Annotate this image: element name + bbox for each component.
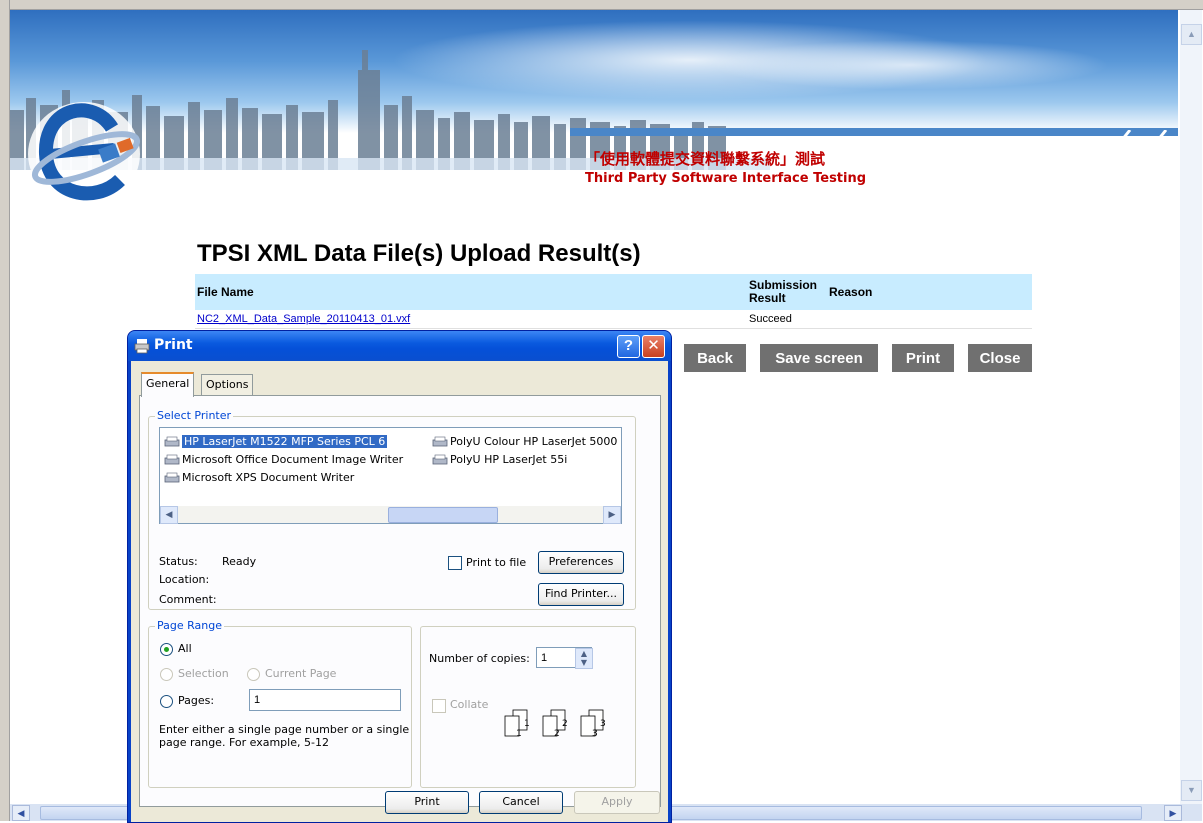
scroll-right-icon[interactable]: ▶: [1164, 805, 1182, 821]
selection-radio[interactable]: [160, 668, 173, 681]
save-screen-button[interactable]: Save screen: [760, 344, 878, 372]
banner-decoration: [1090, 130, 1168, 180]
pages-input[interactable]: [249, 689, 401, 711]
copies-group: Number of copies: ▲▼ Collate 1 1 2 2 3: [420, 626, 636, 788]
vertical-scrollbar[interactable]: ▲ ▼: [1180, 10, 1202, 806]
printer-list[interactable]: HP LaserJet M1522 MFP Series PCL 6 Micro…: [159, 427, 622, 524]
collate-page-number: 3: [592, 729, 598, 739]
banner-title-chinese: 「使用軟體提交資料聯繫系統」測試: [585, 150, 826, 168]
column-header-file-name: File Name: [195, 274, 747, 310]
help-icon[interactable]: ?: [617, 335, 640, 358]
printer-name: HP LaserJet M1522 MFP Series PCL 6: [182, 435, 388, 448]
scroll-left-icon[interactable]: ◀: [160, 506, 178, 524]
collate-page-number: 1: [516, 729, 522, 739]
dialog-apply-button[interactable]: Apply: [574, 791, 660, 814]
list-item[interactable]: HP LaserJet M1522 MFP Series PCL 6: [164, 434, 388, 450]
site-banner: 「使用軟體提交資料聯繫系統」測試 Third Party Software In…: [10, 10, 1178, 215]
preferences-button[interactable]: Preferences: [538, 551, 624, 574]
list-item[interactable]: PolyU HP LaserJet 55i: [432, 452, 567, 468]
column-header-submission-result: Submission Result: [747, 274, 827, 310]
window-left-edge: [0, 0, 10, 821]
list-item[interactable]: Microsoft Office Document Image Writer: [164, 452, 403, 468]
current-page-label: Current Page: [265, 667, 337, 680]
group-label: Select Printer: [155, 409, 234, 422]
all-label[interactable]: All: [178, 642, 192, 655]
all-radio[interactable]: [160, 643, 173, 656]
select-printer-group: Select Printer HP LaserJet M1522 MFP Ser…: [148, 409, 636, 610]
printer-name: PolyU Colour HP LaserJet 5000: [450, 435, 618, 448]
printer-icon: [134, 339, 150, 354]
table-row: NC2_XML_Data_Sample_20110413_01.vxf Succ…: [195, 310, 1032, 329]
printer-icon: [164, 454, 180, 465]
table-header-row: File Name Submission Result Reason: [195, 274, 1032, 310]
dialog-client: General Options Select Printer HP LaserJ…: [131, 361, 668, 822]
printer-name: PolyU HP LaserJet 55i: [450, 453, 568, 466]
list-item[interactable]: PolyU Colour HP LaserJet 5000: [432, 434, 617, 450]
collate-page-number: 3: [600, 719, 606, 729]
back-button[interactable]: Back: [684, 344, 746, 372]
banner-cloud: [710, 40, 1110, 90]
group-label: Page Range: [155, 619, 224, 632]
print-to-file-checkbox[interactable]: [448, 556, 462, 570]
find-printer-button[interactable]: Find Printer...: [538, 583, 624, 606]
network-printer-icon: [432, 454, 448, 465]
dialog-cancel-button[interactable]: Cancel: [479, 791, 563, 814]
printer-icon: [164, 436, 180, 447]
close-icon[interactable]: ✕: [642, 335, 665, 358]
general-tab-panel: Select Printer HP LaserJet M1522 MFP Ser…: [139, 395, 661, 807]
page-title: TPSI XML Data File(s) Upload Result(s): [197, 240, 641, 267]
dialog-titlebar[interactable]: Print ? ✕: [128, 331, 671, 361]
result-cell: Succeed: [747, 310, 827, 329]
list-item[interactable]: Microsoft XPS Document Writer: [164, 470, 354, 486]
comment-label: Comment:: [159, 593, 217, 606]
collate-checkbox[interactable]: [432, 699, 446, 713]
close-button[interactable]: Close: [968, 344, 1032, 372]
column-header-line: Result: [749, 291, 786, 305]
tab-general[interactable]: General: [141, 372, 195, 397]
tab-options[interactable]: Options: [201, 374, 254, 395]
printer-list-scrollbar[interactable]: ◀ ▶: [160, 506, 621, 524]
current-page-radio[interactable]: [247, 668, 260, 681]
printer-name: Microsoft XPS Document Writer: [182, 471, 355, 484]
pages-radio[interactable]: [160, 695, 173, 708]
banner-stripe: [570, 128, 1178, 136]
print-dialog: Print ? ✕ General Options Select Printer…: [127, 330, 672, 823]
location-label: Location:: [159, 573, 210, 586]
banner-title-english: Third Party Software Interface Testing: [585, 171, 867, 186]
column-header-line: Submission: [749, 278, 818, 292]
printer-name: Microsoft Office Document Image Writer: [182, 453, 404, 466]
collate-label: Collate: [450, 698, 489, 711]
column-header-reason: Reason: [827, 274, 1032, 310]
printer-icon: [164, 472, 180, 483]
print-to-file-label[interactable]: Print to file: [466, 556, 526, 569]
network-printer-icon: [432, 436, 448, 447]
selection-label: Selection: [178, 667, 229, 680]
status-value: Ready: [222, 555, 257, 568]
collate-page-number: 1: [524, 719, 530, 729]
scroll-left-icon[interactable]: ◀: [12, 805, 30, 821]
page-range-hint: Enter either a single page number or a s…: [159, 723, 410, 736]
collate-page-number: 2: [562, 719, 568, 729]
dialog-print-button[interactable]: Print: [385, 791, 469, 814]
scrollbar-thumb[interactable]: [388, 507, 498, 523]
pages-label[interactable]: Pages:: [178, 694, 214, 707]
file-link[interactable]: NC2_XML_Data_Sample_20110413_01.vxf: [197, 313, 410, 325]
page-range-group: Page Range All Selection Current Page Pa…: [148, 619, 412, 788]
page-range-hint: page range. For example, 5-12: [159, 736, 329, 749]
status-label: Status:: [159, 555, 198, 568]
file-name-cell: NC2_XML_Data_Sample_20110413_01.vxf: [195, 310, 747, 329]
reason-cell: [827, 310, 1032, 329]
scroll-down-icon[interactable]: ▼: [1181, 780, 1202, 801]
e-logo-icon: [28, 102, 141, 206]
print-button[interactable]: Print: [892, 344, 954, 372]
results-table: File Name Submission Result Reason NC2_X…: [195, 274, 1032, 329]
copies-label: Number of copies:: [429, 652, 530, 665]
radio-selected-dot: [164, 647, 169, 652]
window-top-edge: [0, 0, 1203, 10]
dialog-title: Print: [154, 337, 193, 353]
copies-stepper[interactable]: ▲ ▼: [575, 648, 593, 669]
scroll-up-icon[interactable]: ▲: [1181, 24, 1202, 45]
scroll-right-icon[interactable]: ▶: [603, 506, 621, 524]
collate-page-number: 2: [554, 729, 560, 739]
